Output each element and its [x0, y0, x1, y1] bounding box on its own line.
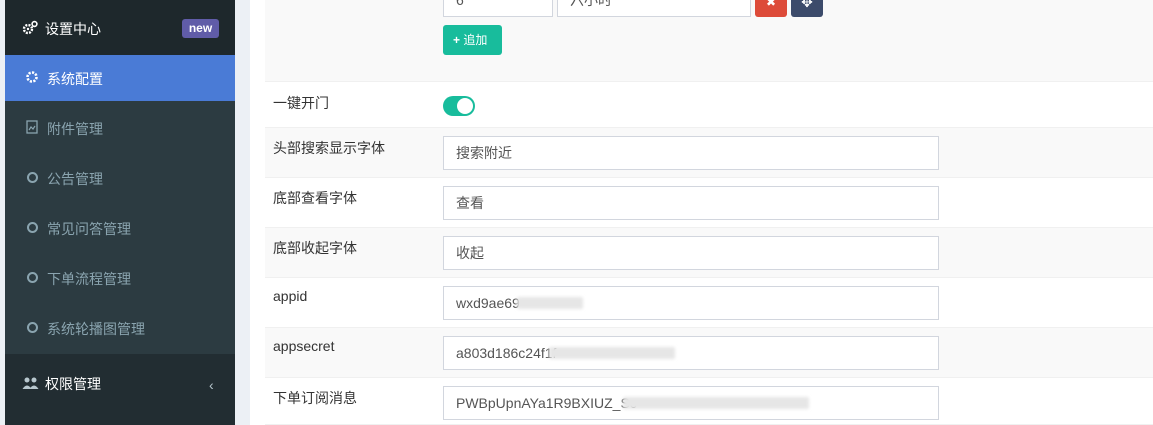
header-search-text-row: 头部搜索显示字体 [265, 128, 1153, 178]
sidebar-item-label: 常见问答管理 [47, 221, 131, 237]
sidebar-item-label: 附件管理 [47, 121, 103, 137]
circle-icon [27, 222, 38, 233]
sidebar-item-attachments[interactable]: 附件管理 [5, 105, 235, 151]
drag-row-button[interactable]: ✥ [791, 0, 823, 17]
circle-icon [27, 272, 38, 283]
sidebar-item-label: 系统轮播图管理 [47, 321, 145, 337]
duration-unit-input[interactable] [557, 0, 751, 17]
sidebar-item-faq[interactable]: 常见问答管理 [5, 205, 235, 251]
sidebar-item-label: 系统配置 [47, 71, 103, 87]
appid-label: appid [273, 288, 308, 304]
close-icon: ✖ [765, 0, 777, 9]
one-key-open-label: 一键开门 [273, 95, 329, 111]
appsecret-input[interactable] [443, 336, 939, 370]
duration-list-row: ✖ ✥ + 追加 [265, 0, 1153, 82]
sidebar-item-label: 公告管理 [47, 171, 103, 187]
appsecret-row: appsecret [265, 328, 1153, 378]
sidebar-item-carousel[interactable]: 系统轮播图管理 [5, 305, 235, 351]
appid-row: appid [265, 278, 1153, 328]
sidebar-header-label: 设置中心 [45, 21, 101, 37]
redacted-blur [549, 347, 675, 359]
toggle-knob [457, 98, 473, 114]
sidebar-group-label: 权限管理 [45, 376, 101, 392]
add-row-label: 追加 [463, 33, 488, 47]
cogs-icon [22, 20, 38, 35]
chevron-left-icon: ‹ [209, 377, 214, 393]
footer-view-text-row: 底部查看字体 [265, 178, 1153, 228]
move-icon: ✥ [801, 0, 813, 10]
add-row-button[interactable]: + 追加 [443, 25, 502, 55]
plus-icon: + [453, 33, 461, 47]
footer-collapse-text-label: 底部收起字体 [273, 240, 357, 256]
app: 设置中心 new 系统配置 附件管理 公告管理 常见问答管理 下单流程管理 系统… [0, 0, 1153, 425]
sidebar-group-permissions[interactable]: 权限管理 ‹ [5, 359, 235, 409]
footer-view-text-label: 底部查看字体 [273, 190, 357, 206]
new-badge: new [182, 19, 219, 38]
one-key-open-toggle[interactable] [443, 96, 475, 116]
redacted-blur [517, 297, 583, 309]
circle-icon [27, 172, 38, 183]
sidebar-item-label: 下单流程管理 [47, 271, 131, 287]
one-key-open-row: 一键开门 [265, 82, 1153, 128]
delete-row-button[interactable]: ✖ [755, 0, 787, 17]
redacted-blur [623, 397, 809, 409]
header-search-text-label: 头部搜索显示字体 [273, 140, 385, 156]
footer-collapse-text-input[interactable] [443, 236, 939, 270]
order-subscribe-label: 下单订阅消息 [273, 390, 357, 406]
order-subscribe-row: 下单订阅消息 [265, 378, 1153, 425]
duration-number-input[interactable] [443, 0, 553, 17]
sidebar-header-settings-center[interactable]: 设置中心 new [5, 0, 235, 55]
sidebar-item-order-flow[interactable]: 下单流程管理 [5, 255, 235, 301]
header-search-text-input[interactable] [443, 136, 939, 170]
sidebar: 设置中心 new 系统配置 附件管理 公告管理 常见问答管理 下单流程管理 系统… [5, 0, 235, 425]
circle-icon [27, 322, 38, 333]
gear-icon [26, 71, 38, 83]
footer-collapse-text-row: 底部收起字体 [265, 228, 1153, 278]
footer-view-text-input[interactable] [443, 186, 939, 220]
image-file-icon [26, 120, 38, 134]
users-icon [22, 377, 39, 389]
sidebar-item-system-config[interactable]: 系统配置 [5, 55, 235, 101]
appsecret-label: appsecret [273, 338, 335, 354]
sidebar-item-announcements[interactable]: 公告管理 [5, 155, 235, 201]
